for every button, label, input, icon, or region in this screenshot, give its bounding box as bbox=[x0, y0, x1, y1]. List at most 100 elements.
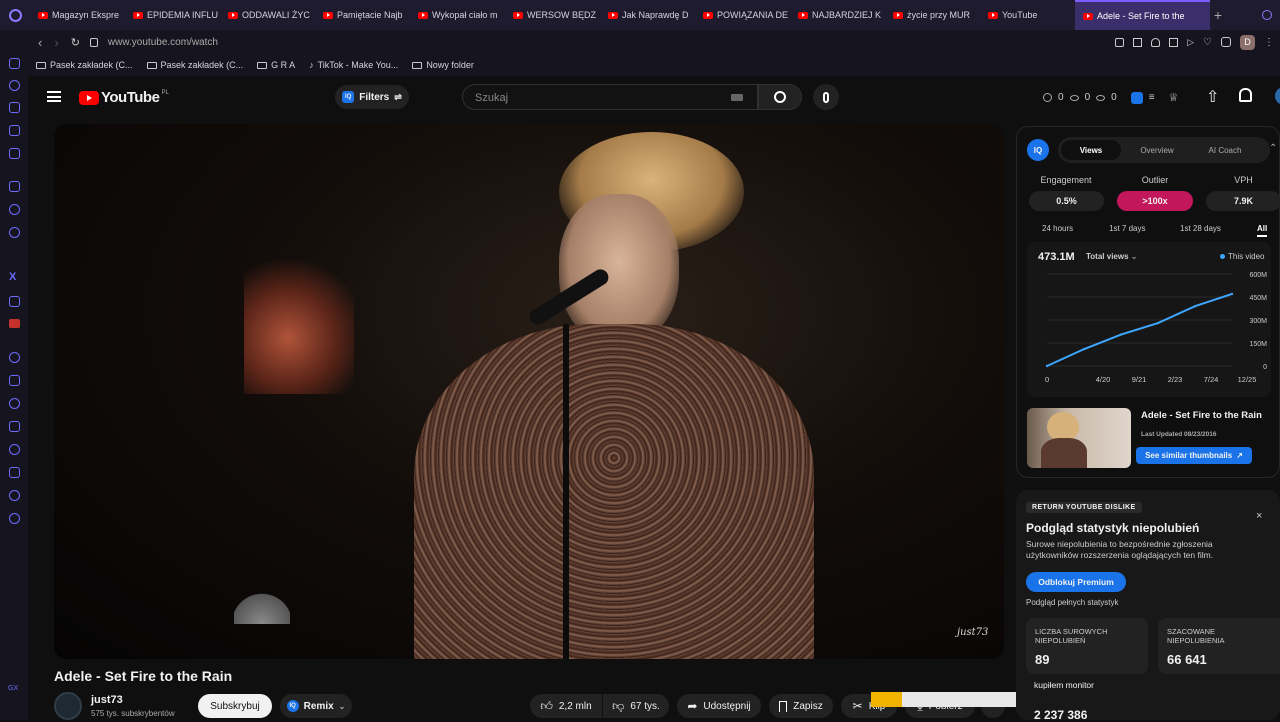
filters-button[interactable]: IQ Filters ⇌ bbox=[335, 85, 409, 109]
x-tick-label: 2/23 bbox=[1168, 375, 1183, 384]
vidiq-icon[interactable] bbox=[1130, 91, 1143, 104]
bookmark-folder[interactable]: G R A bbox=[257, 60, 295, 70]
favorite-icon[interactable]: ♡ bbox=[1203, 37, 1212, 48]
player-icon[interactable]: ▷ bbox=[1187, 37, 1194, 48]
like-button[interactable]: 👍︎ 2,2 mln bbox=[530, 694, 602, 718]
reload-icon[interactable]: ↻ bbox=[71, 36, 80, 49]
telegram-icon[interactable] bbox=[9, 227, 20, 238]
unlock-premium-button[interactable]: Odblokuj Premium bbox=[1026, 572, 1126, 592]
profile-avatar[interactable]: D bbox=[1240, 34, 1255, 50]
channel-name[interactable]: just73 bbox=[91, 694, 123, 706]
bookmark-folder[interactable]: Nowy folder bbox=[412, 60, 474, 70]
list-icon[interactable] bbox=[9, 421, 20, 432]
save-button[interactable]: Zapisz bbox=[769, 694, 833, 718]
close-icon[interactable]: × bbox=[1256, 510, 1262, 522]
range-28-days[interactable]: 1st 28 days bbox=[1180, 224, 1221, 233]
heart-icon[interactable] bbox=[9, 398, 20, 409]
sidebar-app-icon[interactable] bbox=[9, 58, 20, 69]
dislike-description: Surowe niepolubienia to bezpośrednie zgł… bbox=[1026, 539, 1214, 560]
tab-ai-coach[interactable]: AI Coach bbox=[1193, 140, 1257, 160]
bookmark-icon[interactable] bbox=[1115, 37, 1125, 47]
browser-tab[interactable]: WERSOW BĘDZ bbox=[505, 0, 600, 30]
extension-icon[interactable] bbox=[9, 490, 20, 501]
pip-icon[interactable] bbox=[1169, 37, 1179, 47]
list-icon[interactable]: ≡ bbox=[1149, 92, 1155, 103]
menu-hamburger-icon[interactable] bbox=[47, 91, 61, 102]
legend-label: This video bbox=[1228, 252, 1265, 261]
account-avatar[interactable] bbox=[1275, 87, 1280, 105]
sidebar-app-icon[interactable] bbox=[9, 102, 20, 113]
video-title: Adele - Set Fire to the Rain bbox=[54, 668, 233, 684]
keyboard-icon[interactable] bbox=[731, 94, 743, 101]
search-button[interactable] bbox=[758, 84, 802, 110]
range-all[interactable]: All bbox=[1257, 224, 1268, 237]
voice-search-button[interactable] bbox=[813, 84, 839, 110]
bookmark-folder[interactable]: Pasek zakładek (C... bbox=[146, 60, 243, 70]
download-icon[interactable] bbox=[9, 467, 20, 478]
sidebar-app-icon[interactable] bbox=[9, 148, 20, 159]
spotify-icon[interactable] bbox=[9, 352, 20, 363]
bookmark-folder[interactable]: Pasek zakładek (C... bbox=[36, 60, 133, 70]
notifications-bell-icon[interactable] bbox=[1239, 88, 1252, 102]
browser-logo-icon[interactable] bbox=[0, 0, 30, 30]
video-thumbnail[interactable] bbox=[1027, 408, 1131, 468]
settings-icon[interactable] bbox=[9, 513, 20, 524]
menu-icon[interactable]: ⋮ bbox=[1264, 37, 1274, 48]
folder-icon bbox=[146, 61, 157, 69]
browser-tab[interactable]: Adele - Set Fire to the bbox=[1075, 0, 1210, 30]
upload-icon[interactable]: ⇧ bbox=[1206, 87, 1219, 107]
mic-stand bbox=[563, 324, 569, 659]
history-icon[interactable] bbox=[9, 444, 20, 455]
forward-icon[interactable]: › bbox=[54, 35, 58, 50]
x-icon[interactable]: X bbox=[9, 271, 16, 283]
y-tick-label: 600M bbox=[1249, 272, 1267, 279]
sidebar-app-icon[interactable] bbox=[9, 80, 20, 91]
browser-tab[interactable]: życie przy MUR bbox=[885, 0, 980, 30]
search-input[interactable]: Szukaj bbox=[462, 84, 758, 110]
back-icon[interactable]: ‹ bbox=[38, 35, 42, 50]
sidebar-app-icon[interactable] bbox=[9, 125, 20, 136]
browser-tab[interactable]: NAJBARDZIEJ K bbox=[790, 0, 885, 30]
url-field[interactable]: www.youtube.com/watch bbox=[108, 37, 218, 48]
collapse-icon[interactable]: ⌃ bbox=[1269, 143, 1277, 154]
subscribe-button[interactable]: Subskrybuj bbox=[198, 694, 272, 718]
full-stats-link[interactable]: Podgląd pełnych statystyk bbox=[1026, 598, 1119, 607]
share-button[interactable]: ➦ Udostępnij bbox=[677, 694, 761, 718]
browser-tab[interactable]: ODDAWALI ŻYC bbox=[220, 0, 315, 30]
extensions-icon[interactable] bbox=[1221, 37, 1231, 47]
youtube-logo[interactable]: YouTube PL bbox=[79, 89, 169, 106]
similar-thumbnails-button[interactable]: See similar thumbnails ↗ bbox=[1136, 447, 1252, 464]
bookmark-label: Nowy folder bbox=[426, 60, 474, 70]
range-24-hours[interactable]: 24 hours bbox=[1042, 224, 1073, 233]
channel-avatar[interactable] bbox=[54, 692, 82, 720]
play-icon[interactable] bbox=[9, 375, 20, 386]
trophy-icon[interactable]: ♕ bbox=[1169, 91, 1179, 104]
youtube-icon[interactable] bbox=[9, 319, 20, 328]
views-dropdown[interactable]: Total views ⌄ bbox=[1086, 252, 1137, 261]
dislike-button[interactable]: 👎︎ 67 tys. bbox=[603, 694, 669, 718]
shield-icon[interactable] bbox=[1151, 37, 1161, 47]
range-7-days[interactable]: 1st 7 days bbox=[1109, 224, 1145, 233]
twitch-icon[interactable] bbox=[9, 181, 20, 192]
snapshot-icon[interactable] bbox=[1133, 37, 1143, 47]
remix-button[interactable]: IQ Remix ⌄ bbox=[280, 694, 352, 718]
browser-tab[interactable]: Magazyn Ekspre bbox=[30, 0, 125, 30]
new-tab-button[interactable]: + bbox=[1210, 7, 1226, 23]
youtube-header: YouTube PL IQ Filters ⇌ Szukaj 0 0 0 ≡ ♕… bbox=[28, 76, 1280, 120]
browser-tab[interactable]: EPIDEMIA INFLU bbox=[125, 0, 220, 30]
browser-tab[interactable]: YouTube bbox=[980, 0, 1075, 30]
browser-tab[interactable]: POWIĄZANIA DE bbox=[695, 0, 790, 30]
vidiq-panel: IQ Views Overview AI Coach ⌃ Engagement … bbox=[1016, 126, 1280, 478]
vidiq-logo-icon: IQ bbox=[1027, 139, 1049, 161]
messenger-icon[interactable] bbox=[9, 204, 20, 215]
video-player[interactable]: just73 bbox=[54, 124, 1004, 659]
tab-overview[interactable]: Overview bbox=[1121, 140, 1193, 160]
search-tabs-icon[interactable] bbox=[1254, 10, 1280, 20]
gx-icon[interactable]: GX bbox=[8, 685, 18, 692]
browser-tab[interactable]: Pamiętacie Najb bbox=[315, 0, 410, 30]
discord-icon[interactable] bbox=[9, 296, 20, 307]
bookmark-link[interactable]: ♪ TikTok - Make You... bbox=[309, 60, 398, 70]
tab-views[interactable]: Views bbox=[1061, 140, 1121, 160]
browser-tab[interactable]: Wykopał ciało m bbox=[410, 0, 505, 30]
browser-tab[interactable]: Jak Naprawdę D bbox=[600, 0, 695, 30]
